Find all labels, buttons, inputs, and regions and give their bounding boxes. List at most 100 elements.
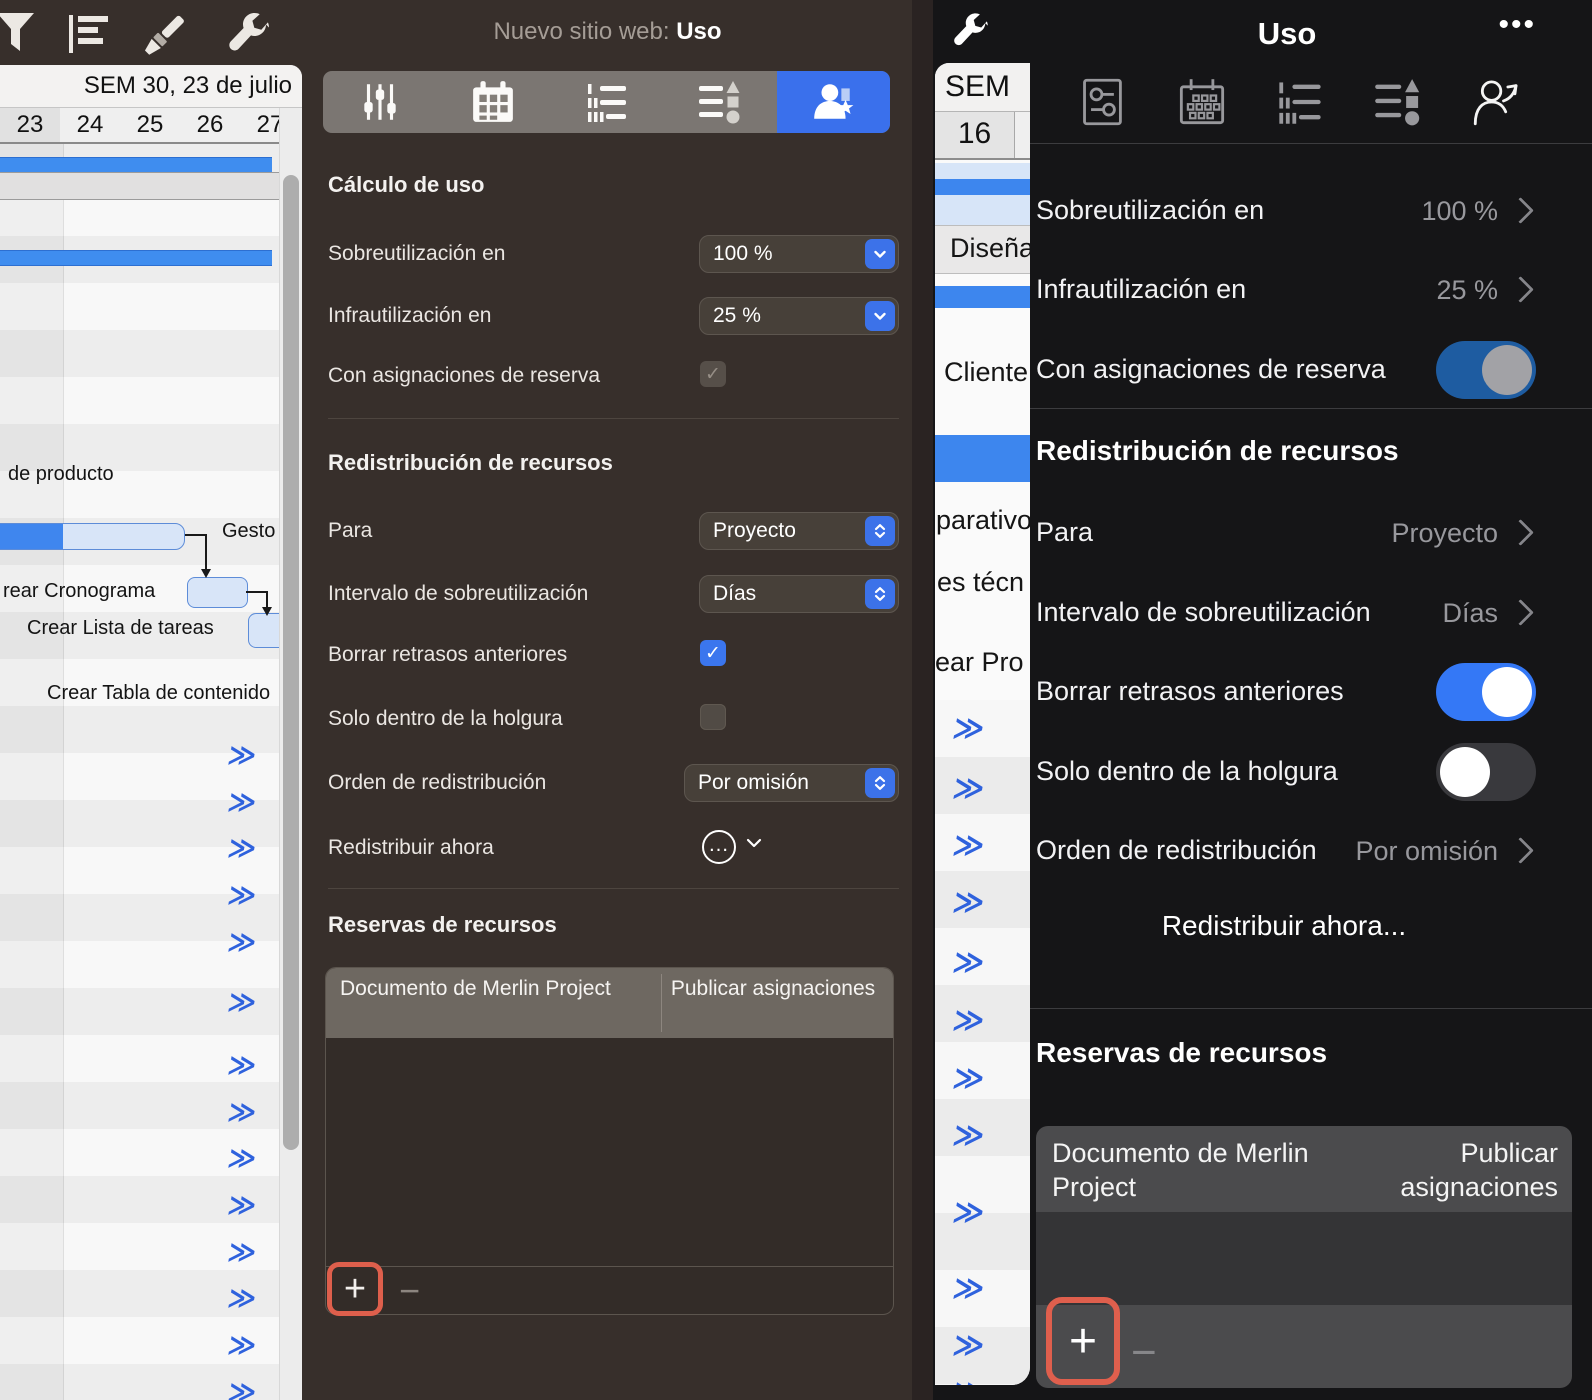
continuation-chevron-icon: ≫ bbox=[225, 880, 257, 910]
tab-styles-list[interactable] bbox=[663, 71, 776, 133]
clear-delays-checkbox[interactable]: ✓ bbox=[700, 640, 726, 666]
dependency-line bbox=[205, 534, 207, 570]
filter-icon[interactable] bbox=[0, 9, 42, 66]
order-value[interactable]: Por omisión bbox=[1355, 836, 1498, 867]
add-button[interactable]: + bbox=[344, 1270, 366, 1308]
clear-delays-label: Borrar retrasos anteriores bbox=[1036, 676, 1344, 706]
summary-bar[interactable] bbox=[0, 157, 272, 173]
gantt-days-header: 16 bbox=[935, 112, 1030, 160]
chevron-right-icon[interactable] bbox=[1507, 519, 1534, 546]
summary-bar[interactable] bbox=[0, 250, 272, 266]
interval-popup[interactable]: Días bbox=[699, 575, 899, 613]
wrench-icon[interactable] bbox=[222, 9, 274, 66]
task-label: parativo bbox=[936, 505, 1030, 535]
divider bbox=[1030, 143, 1592, 144]
tab-outline-list[interactable] bbox=[550, 71, 663, 133]
tab-outline-list[interactable] bbox=[1275, 77, 1325, 132]
for-label: Para bbox=[328, 519, 373, 542]
section-title-leveling: Redistribución de recursos bbox=[1036, 435, 1399, 466]
inspector-tab-bar bbox=[1030, 66, 1570, 142]
underuse-value: 25 % bbox=[713, 304, 761, 327]
wrench-icon[interactable] bbox=[948, 10, 992, 59]
summary-bar[interactable] bbox=[935, 286, 1030, 308]
day-cell: 16 bbox=[935, 112, 1015, 158]
add-button-highlight: + bbox=[1046, 1297, 1120, 1385]
summary-bar[interactable] bbox=[935, 435, 1030, 482]
tab-resources[interactable] bbox=[776, 71, 891, 133]
task-label: Gesto bbox=[222, 520, 276, 542]
scrollbar-thumb[interactable] bbox=[283, 175, 299, 1150]
chevron-down-icon[interactable] bbox=[865, 301, 895, 331]
task-bar-progress[interactable] bbox=[0, 523, 185, 550]
slack-checkbox[interactable] bbox=[700, 704, 726, 730]
clear-delays-toggle[interactable] bbox=[1436, 663, 1536, 721]
continuation-chevron-icon: ≫ bbox=[950, 1004, 986, 1037]
chevron-right-icon[interactable] bbox=[1507, 197, 1534, 224]
outline-icon[interactable] bbox=[66, 13, 112, 62]
panel-title: Uso bbox=[1257, 16, 1317, 51]
section-title-leveling: Redistribución de recursos bbox=[328, 450, 613, 475]
scrollbar-track[interactable] bbox=[279, 108, 302, 1400]
chevron-right-icon[interactable] bbox=[1507, 837, 1534, 864]
paintbrush-icon[interactable] bbox=[136, 9, 190, 68]
tab-calendar[interactable] bbox=[1177, 77, 1227, 132]
slack-label: Solo dentro de la holgura bbox=[328, 707, 563, 730]
task-bar[interactable] bbox=[187, 577, 248, 608]
task-label: es técn bbox=[937, 567, 1025, 597]
chevron-right-icon[interactable] bbox=[1507, 276, 1534, 303]
inspector-title-name: Uso bbox=[676, 18, 722, 45]
tab-styles-list[interactable] bbox=[1373, 77, 1423, 132]
overuse-value[interactable]: 100 % bbox=[1421, 196, 1498, 227]
remove-button[interactable]: − bbox=[1131, 1328, 1157, 1378]
dependency-line bbox=[246, 591, 268, 593]
task-label: rear Cronograma bbox=[3, 580, 156, 602]
continuation-chevron-icon: ≫ bbox=[950, 712, 986, 745]
slack-toggle[interactable] bbox=[1436, 743, 1536, 801]
order-popup[interactable]: Por omisión bbox=[684, 764, 899, 802]
chevron-right-icon[interactable] bbox=[1507, 599, 1534, 626]
tab-settings[interactable] bbox=[1078, 77, 1128, 132]
day-cell: 25 bbox=[120, 108, 181, 142]
level-now-button[interactable]: … bbox=[702, 830, 736, 864]
level-now-label: Redistribuir ahora bbox=[328, 836, 494, 859]
task-bar-light bbox=[935, 195, 1030, 225]
gantt-chart: de producto Gesto rear Cronograma Crear … bbox=[0, 65, 302, 1400]
inspector-tab-bar bbox=[323, 71, 891, 133]
tab-resources[interactable] bbox=[1472, 77, 1522, 132]
chevron-up-down-icon[interactable] bbox=[865, 579, 895, 609]
slack-label: Solo dentro de la holgura bbox=[1036, 756, 1338, 786]
clear-delays-label: Borrar retrasos anteriores bbox=[328, 643, 568, 666]
chevron-up-down-icon[interactable] bbox=[865, 516, 895, 546]
reserve-label: Con asignaciones de reserva bbox=[1036, 354, 1386, 384]
chevron-down-icon[interactable] bbox=[865, 239, 895, 269]
continuation-chevron-icon: ≫ bbox=[225, 927, 257, 957]
chevron-down-icon[interactable] bbox=[745, 836, 763, 855]
table-column-divider bbox=[661, 974, 662, 1032]
table-col-document: Documento de Merlin Project bbox=[340, 977, 611, 1000]
chevron-up-down-icon[interactable] bbox=[865, 768, 895, 798]
tab-calendar[interactable] bbox=[436, 71, 549, 133]
task-label: Crear Tabla de contenido bbox=[47, 682, 271, 704]
divider bbox=[328, 888, 899, 889]
add-button-highlight: + bbox=[327, 1262, 383, 1316]
continuation-chevron-icon: ≫ bbox=[950, 1329, 986, 1362]
remove-button[interactable]: − bbox=[399, 1270, 420, 1312]
summary-bar[interactable] bbox=[935, 179, 1030, 195]
overuse-combo[interactable]: 100 % bbox=[699, 235, 899, 273]
table-footer-divider bbox=[326, 1266, 893, 1267]
tab-settings[interactable] bbox=[323, 71, 436, 133]
gantt-first-column-shade bbox=[0, 142, 64, 1400]
reserve-checkbox[interactable]: ✓ bbox=[700, 361, 726, 387]
reserve-toggle[interactable] bbox=[1436, 341, 1536, 399]
underuse-value[interactable]: 25 % bbox=[1436, 275, 1498, 306]
table-col-document: Documento de Merlin Project bbox=[1052, 1138, 1309, 1202]
for-popup[interactable]: Proyecto bbox=[699, 512, 899, 550]
level-now-button[interactable]: Redistribuir ahora... bbox=[1036, 910, 1532, 942]
add-button[interactable]: + bbox=[1069, 1314, 1097, 1369]
bookings-table: Documento de Merlin Project Publicar asi… bbox=[325, 967, 894, 1315]
more-icon[interactable]: ••• bbox=[1498, 8, 1536, 42]
task-label: de producto bbox=[8, 463, 114, 485]
interval-value[interactable]: Días bbox=[1442, 598, 1498, 629]
for-value[interactable]: Proyecto bbox=[1391, 518, 1498, 549]
underuse-combo[interactable]: 25 % bbox=[699, 297, 899, 335]
